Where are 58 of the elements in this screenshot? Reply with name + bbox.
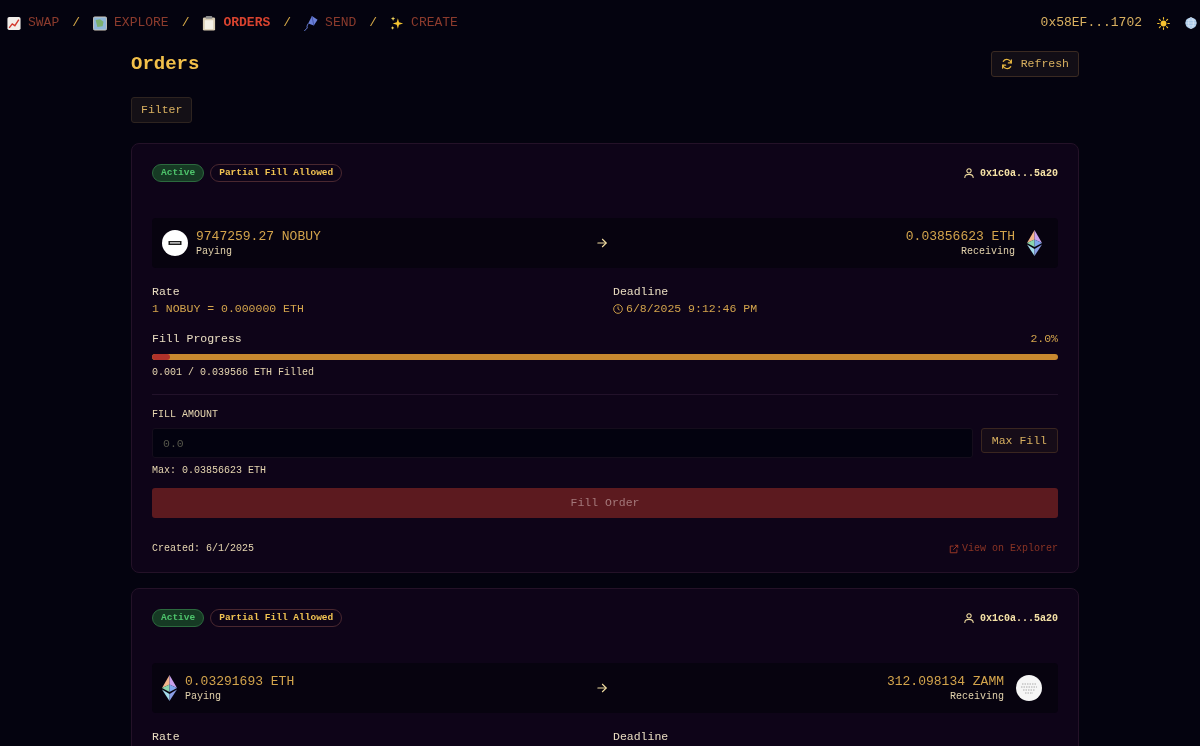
refresh-icon (1000, 58, 1013, 70)
external-link-icon (949, 544, 959, 554)
user-icon (964, 168, 974, 178)
sparkles-icon (390, 15, 405, 31)
token-amount: 0.03856623 ETH (905, 227, 1015, 245)
rate-label: Rate (152, 284, 180, 300)
nav-separator: / (181, 14, 190, 33)
arrow-right-icon (597, 238, 607, 248)
wallet-address-button[interactable]: 0x58EF...1702 (1040, 13, 1142, 33)
token-caption: Receiving (950, 689, 1004, 704)
kite-icon (304, 15, 319, 31)
maker-address: 0x1c0a...5a20 (980, 166, 1058, 181)
nav-tab[interactable]: ORDERS (202, 13, 271, 33)
globe-icon[interactable] (1185, 17, 1197, 29)
nav-tab[interactable]: CREATE (390, 13, 458, 33)
clock-icon (613, 304, 623, 314)
token-amount: 0.03291693 ETH (185, 672, 295, 690)
amount-input-field[interactable]: 0.0 (152, 428, 973, 458)
nav-separator: / (72, 14, 81, 33)
rate-value: 1 NOBUY = 0.000000 ETH (152, 301, 304, 317)
nav-tab[interactable]: EXPLORE (93, 13, 169, 33)
deadline-label: Deadline (613, 284, 669, 300)
deadline-label: Deadline (613, 729, 669, 745)
deadline-value: 6/8/2025 9:12:46 PM (626, 301, 758, 317)
coin-icon (1016, 675, 1042, 701)
coin-icon (162, 230, 188, 256)
fill-amount-label: FILL AMOUNT (152, 408, 218, 422)
refresh-button[interactable]: Refresh (990, 51, 1079, 77)
arrow-right-icon (597, 683, 607, 693)
clipboard-icon (202, 15, 217, 31)
explorer-link[interactable]: View on Explorer (949, 542, 1058, 556)
nav-separator: / (369, 14, 378, 33)
token-caption: Paying (196, 244, 232, 259)
filter-button[interactable]: Filter (131, 97, 193, 123)
max-amount-note: Max: 0.03856623 ETH (152, 464, 267, 478)
user-icon (964, 613, 974, 623)
sun-icon[interactable] (1157, 16, 1170, 30)
progress-percent: 2.0% (1030, 331, 1058, 347)
filled-amount: 0.001 / 0.039566 ETH Filled (152, 366, 315, 380)
nav-tab[interactable]: SEND (304, 13, 357, 33)
status-badge: Active (152, 609, 205, 627)
status-badge: Active (152, 164, 205, 182)
diamond-icon (1027, 230, 1042, 256)
token-caption: Receiving (961, 244, 1015, 259)
chart-icon (7, 15, 21, 31)
created-date: Created: 6/1/2025 (152, 542, 255, 556)
nav-tab[interactable]: SWAP (7, 13, 60, 33)
page-title: Orders (131, 51, 200, 77)
maker-address: 0x1c0a...5a20 (980, 611, 1058, 626)
token-amount: 312.098134 ZAMM (886, 672, 1004, 690)
token-amount: 9747259.27 NOBUY (196, 227, 321, 245)
max-fill-button[interactable]: Max Fill (980, 428, 1058, 453)
nav-separator: / (283, 14, 292, 33)
map-icon (93, 15, 108, 31)
rate-label: Rate (152, 729, 180, 745)
token-caption: Paying (185, 689, 221, 704)
diamond-icon (162, 675, 177, 701)
progress-label: Fill Progress (152, 331, 242, 347)
